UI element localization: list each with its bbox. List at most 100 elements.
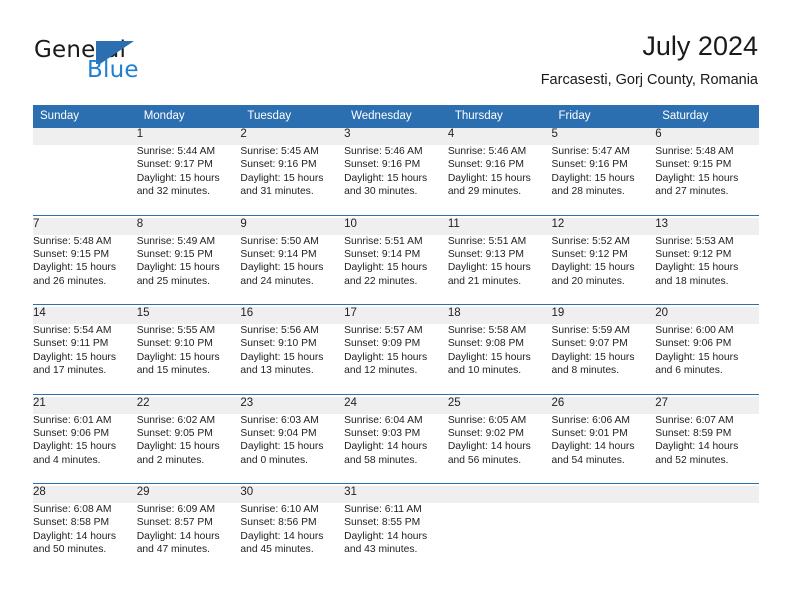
day-number[interactable]: 9 — [240, 217, 345, 235]
day-cell[interactable]: Sunrise: 5:59 AM Sunset: 9:07 PM Daylight:… — [551, 324, 656, 394]
sunset-time: Sunset: 9:02 PM — [447, 427, 524, 439]
day-number[interactable]: 11 — [447, 217, 552, 235]
day-cell[interactable]: Sunrise: 5:57 AM Sunset: 9:09 PM Daylight:… — [344, 324, 448, 394]
sunrise-time: Sunrise: 6:03 AM — [240, 414, 319, 426]
day-number[interactable]: 30 — [240, 486, 345, 503]
weekday-header-friday: Friday — [551, 105, 656, 128]
day-number[interactable]: 3 — [344, 128, 448, 145]
day-cell[interactable]: Sunrise: 6:10 AM Sunset: 8:56 PM Daylight:… — [240, 503, 345, 573]
day-number[interactable]: 28 — [33, 486, 137, 503]
day-number[interactable]: 24 — [344, 396, 448, 414]
day-number[interactable]: 25 — [447, 396, 552, 414]
day-number[interactable]: 7 — [33, 217, 137, 235]
sunset-time: Sunset: 9:16 PM — [240, 159, 317, 171]
daylight-duration-line1: Daylight: 15 hours — [551, 262, 635, 274]
day-number[interactable]: 12 — [551, 217, 656, 235]
day-cell[interactable]: Sunrise: 6:07 AM Sunset: 8:59 PM Daylight:… — [655, 413, 759, 484]
day-cell[interactable]: Sunrise: 6:02 AM Sunset: 9:05 PM Daylight:… — [136, 413, 241, 484]
daylight-duration-line1: Daylight: 15 hours — [136, 351, 220, 363]
day-cell[interactable]: Sunrise: 5:44 AM Sunset: 9:17 PM Daylight:… — [136, 145, 241, 215]
day-number[interactable]: 20 — [655, 307, 759, 324]
daylight-duration-line2: and 26 minutes. — [33, 275, 107, 287]
daylight-duration-line2: and 4 minutes. — [33, 454, 101, 466]
sunset-time: Sunset: 9:10 PM — [240, 338, 317, 350]
day-cell[interactable]: Sunrise: 6:08 AM Sunset: 8:58 PM Daylight:… — [33, 503, 137, 573]
daylight-duration-line1: Daylight: 15 hours — [240, 262, 324, 274]
week-daynumber-row: 7 8 9 10 11 12 13 — [33, 217, 759, 235]
sunrise-time: Sunrise: 5:58 AM — [447, 325, 527, 336]
day-number[interactable]: 21 — [33, 396, 137, 414]
weekday-header-row: Sunday Monday Tuesday Wednesday Thursday… — [33, 105, 759, 128]
day-number[interactable]: 8 — [136, 217, 241, 235]
day-number[interactable]: 13 — [655, 217, 759, 235]
day-cell[interactable]: Sunrise: 5:52 AM Sunset: 9:12 PM Daylight:… — [551, 234, 656, 305]
day-number[interactable]: 2 — [240, 128, 345, 145]
day-cell-empty — [655, 503, 759, 573]
daylight-duration-line1: Daylight: 15 hours — [551, 351, 635, 363]
day-cell[interactable]: Sunrise: 6:06 AM Sunset: 9:01 PM Daylight:… — [551, 413, 656, 484]
day-number[interactable]: 17 — [344, 307, 448, 324]
sunrise-time: Sunrise: 5:48 AM — [655, 146, 734, 157]
sunset-time: Sunset: 9:05 PM — [136, 427, 213, 439]
sunset-time: Sunset: 9:14 PM — [240, 248, 317, 260]
day-number[interactable]: 14 — [33, 307, 137, 324]
day-number-empty — [447, 486, 552, 503]
day-cell[interactable]: Sunrise: 6:11 AM Sunset: 8:55 PM Daylight:… — [344, 503, 448, 573]
day-cell[interactable]: Sunrise: 5:55 AM Sunset: 9:10 PM Daylight:… — [136, 324, 241, 394]
day-number[interactable]: 19 — [551, 307, 656, 324]
daylight-duration-line1: Daylight: 14 hours — [240, 530, 324, 542]
day-cell[interactable]: Sunrise: 6:05 AM Sunset: 9:02 PM Daylight:… — [447, 413, 552, 484]
sunrise-time: Sunrise: 5:52 AM — [551, 235, 630, 247]
day-cell[interactable]: Sunrise: 6:09 AM Sunset: 8:57 PM Daylight:… — [136, 503, 241, 573]
day-cell[interactable]: Sunrise: 5:51 AM Sunset: 9:13 PM Daylight:… — [447, 234, 552, 305]
day-cell[interactable]: Sunrise: 5:48 AM Sunset: 9:15 PM Daylight:… — [655, 145, 759, 215]
day-number[interactable]: 1 — [136, 128, 241, 145]
day-cell[interactable]: Sunrise: 5:45 AM Sunset: 9:16 PM Daylight:… — [240, 145, 345, 215]
day-cell[interactable]: Sunrise: 6:01 AM Sunset: 9:06 PM Daylight:… — [33, 413, 137, 484]
day-cell[interactable]: Sunrise: 5:51 AM Sunset: 9:14 PM Daylight:… — [344, 234, 448, 305]
day-number[interactable]: 16 — [240, 307, 345, 324]
brand-logo[interactable]: General Blue — [34, 38, 234, 88]
day-number[interactable]: 27 — [655, 396, 759, 414]
calendar-head: Sunday Monday Tuesday Wednesday Thursday… — [33, 105, 759, 128]
day-number[interactable]: 31 — [344, 486, 448, 503]
sunset-time: Sunset: 9:06 PM — [655, 338, 732, 350]
day-cell-empty — [551, 503, 656, 573]
day-cell-empty — [33, 145, 137, 215]
day-cell[interactable]: Sunrise: 6:03 AM Sunset: 9:04 PM Daylight:… — [240, 413, 345, 484]
day-number[interactable]: 26 — [551, 396, 656, 414]
day-number[interactable]: 5 — [551, 128, 656, 145]
day-number[interactable]: 10 — [344, 217, 448, 235]
day-number[interactable]: 6 — [655, 128, 759, 145]
day-cell[interactable]: Sunrise: 5:49 AM Sunset: 9:15 PM Daylight:… — [136, 234, 241, 305]
day-cell[interactable]: Sunrise: 6:00 AM Sunset: 9:06 PM Daylight:… — [655, 324, 759, 394]
day-cell[interactable]: Sunrise: 5:53 AM Sunset: 9:12 PM Daylight:… — [655, 234, 759, 305]
weekday-header-thursday: Thursday — [447, 105, 552, 128]
sunset-time: Sunset: 9:01 PM — [551, 427, 628, 439]
day-number[interactable]: 18 — [447, 307, 552, 324]
day-number[interactable]: 22 — [136, 396, 241, 414]
daylight-duration-line2: and 32 minutes. — [136, 186, 210, 198]
day-cell[interactable]: Sunrise: 5:47 AM Sunset: 9:16 PM Daylight:… — [551, 145, 656, 215]
daylight-duration-line1: Daylight: 14 hours — [447, 441, 531, 453]
day-number[interactable]: 29 — [136, 486, 241, 503]
day-cell[interactable]: Sunrise: 5:48 AM Sunset: 9:15 PM Daylight:… — [33, 234, 137, 305]
day-cell[interactable]: Sunrise: 5:46 AM Sunset: 9:16 PM Daylight:… — [344, 145, 448, 215]
sunset-time: Sunset: 9:17 PM — [136, 159, 213, 171]
day-cell[interactable]: Sunrise: 6:04 AM Sunset: 9:03 PM Daylight:… — [344, 413, 448, 484]
daylight-duration-line2: and 6 minutes. — [655, 365, 723, 377]
daylight-duration-line2: and 31 minutes. — [240, 186, 314, 198]
day-cell[interactable]: Sunrise: 5:58 AM Sunset: 9:08 PM Daylight:… — [447, 324, 552, 394]
daylight-duration-line1: Daylight: 15 hours — [655, 351, 739, 363]
sunrise-time: Sunrise: 5:47 AM — [551, 146, 630, 157]
day-number[interactable]: 4 — [447, 128, 552, 145]
week-daynumber-row: 123456 — [33, 128, 759, 145]
day-cell[interactable]: Sunrise: 5:56 AM Sunset: 9:10 PM Daylight:… — [240, 324, 345, 394]
day-cell[interactable]: Sunrise: 5:50 AM Sunset: 9:14 PM Daylight:… — [240, 234, 345, 305]
day-cell[interactable]: Sunrise: 5:54 AM Sunset: 9:11 PM Daylight:… — [33, 324, 137, 394]
day-number[interactable]: 15 — [136, 307, 241, 324]
sunrise-time: Sunrise: 5:48 AM — [33, 235, 112, 247]
day-cell[interactable]: Sunrise: 5:46 AM Sunset: 9:16 PM Daylight:… — [447, 145, 552, 215]
day-number[interactable]: 23 — [240, 396, 345, 414]
sunrise-time: Sunrise: 5:50 AM — [240, 235, 319, 247]
